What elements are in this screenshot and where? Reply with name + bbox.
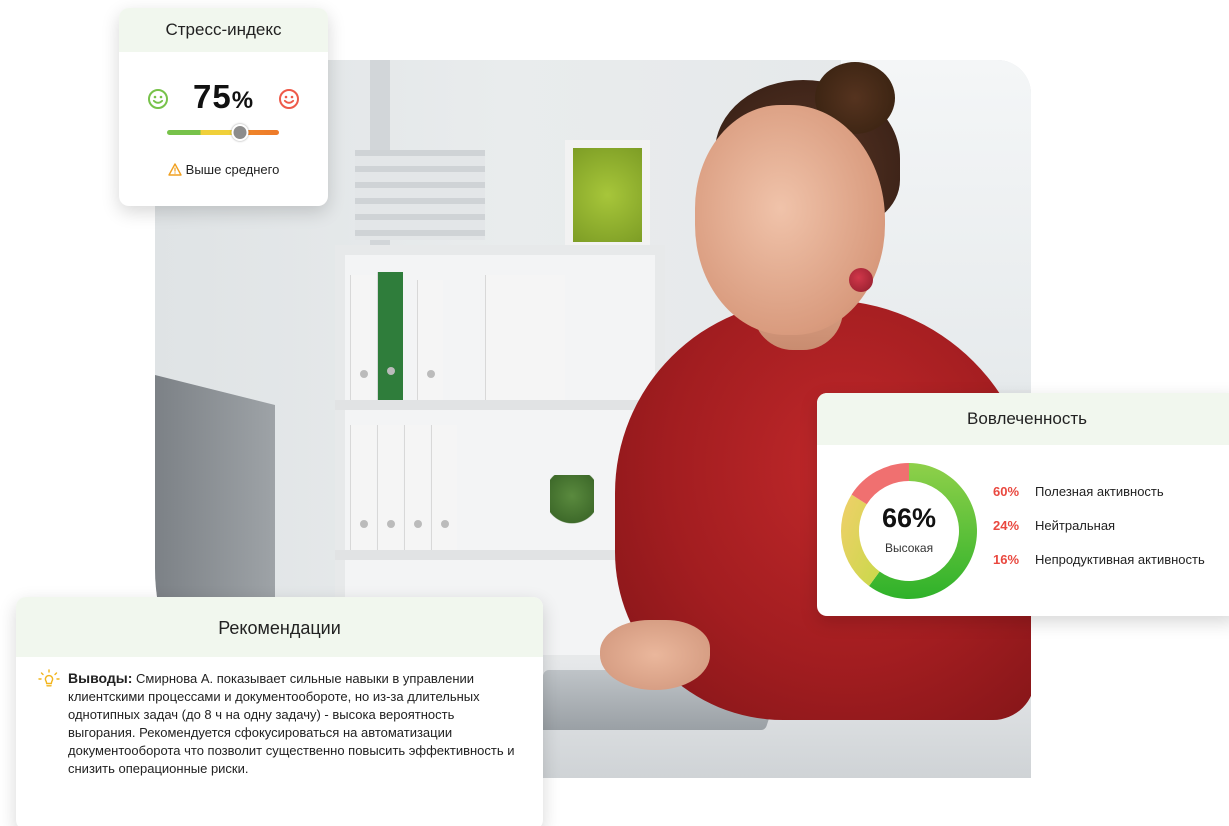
photo-binder [377,425,403,550]
photo-paper-tray [355,150,485,240]
photo-binder [417,280,443,400]
photo-binder [431,425,457,550]
photo-shelf-board [335,400,665,410]
recommendations-body: Выводы: Смирнова А. показывает сильные н… [38,669,520,778]
photo-binder [404,425,430,550]
legend-label: Непродуктивная активность [1035,552,1205,567]
stress-index-title: Стресс-индекс [119,8,328,52]
engagement-value: 66% [881,503,937,533]
legend-label: Полезная активность [1035,484,1164,499]
stress-scale-bar [167,124,279,141]
legend-item-unproductive: 16% Непродуктивная активность [993,552,1205,586]
recommendations-title: Рекомендации [16,597,543,657]
warning-icon [167,163,182,176]
engagement-level: Высокая [884,541,934,555]
photo-plant [550,475,594,535]
stress-status: Выше среднего [119,162,328,177]
photo-binder [350,275,376,400]
photo-person-earring [849,268,873,292]
lightbulb-icon [38,669,60,687]
engagement-donut-center: 66% Высокая [839,461,979,601]
stress-index-row: 75% [119,78,328,118]
smile-red-icon [279,89,299,109]
photo-binder [377,272,403,400]
stress-index-number: 75 [192,78,232,115]
photo-person-hand [600,620,710,690]
recommendations-paragraph: Смирнова А. показывает сильные навыки в … [68,671,515,776]
photo-moss-frame [565,140,650,250]
recommendations-lead: Выводы: [68,670,133,686]
legend-percent: 16% [993,552,1020,567]
stress-index-unit: % [231,87,255,114]
legend-item-useful: 60% Полезная активность [993,484,1205,518]
recommendations-card: Рекомендации Выводы: Смирнова А. показыв… [16,597,543,826]
photo-person-face [695,105,885,335]
stress-status-text: Выше среднего [185,162,280,177]
legend-item-neutral: 24% Нейтральная [993,518,1205,552]
legend-percent: 60% [993,484,1020,499]
engagement-legend: 60% Полезная активность 24% Нейтральная 16… [993,484,1205,586]
photo-binder [350,425,376,550]
legend-percent: 24% [993,518,1020,533]
stress-index-card: Стресс-индекс 75% Выше среднего [119,8,328,206]
engagement-title: Вовлеченность [817,393,1229,445]
photo-box [485,275,565,400]
recommendations-text: Выводы: Смирнова А. показывает сильные н… [40,669,520,778]
engagement-card: Вовлеченность 66% Высокая 60% Полезная ак… [817,393,1229,616]
legend-label: Нейтральная [1035,518,1116,533]
stress-scale-knob [231,124,249,141]
